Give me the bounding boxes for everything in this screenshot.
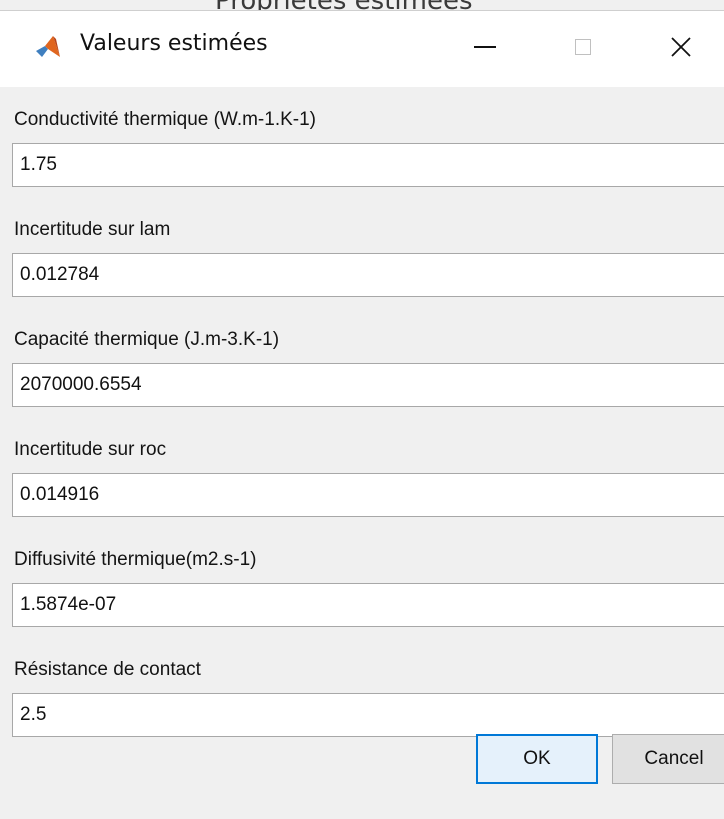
input-dialog-window: Propriétés estimées Valeurs estimées Con… xyxy=(0,0,724,819)
maximize-button[interactable] xyxy=(548,11,618,83)
matlab-logo-icon xyxy=(36,36,60,57)
heat-capacity-input[interactable] xyxy=(12,363,724,407)
thermal-diffusivity-input[interactable] xyxy=(12,583,724,627)
contact-resistance-input[interactable] xyxy=(12,693,724,737)
title-bar[interactable]: Valeurs estimées xyxy=(0,10,724,87)
lam-uncertainty-label: Incertitude sur lam xyxy=(14,219,171,240)
close-icon xyxy=(671,37,691,57)
contact-resistance-label: Résistance de contact xyxy=(14,659,201,680)
roc-uncertainty-label: Incertitude sur roc xyxy=(14,439,167,460)
thermal-conductivity-label: Conductivité thermique (W.m-1.K-1) xyxy=(14,109,316,130)
heat-capacity-label: Capacité thermique (J.m-3.K-1) xyxy=(14,329,280,350)
maximize-icon xyxy=(575,39,591,55)
roc-uncertainty-input[interactable] xyxy=(12,473,724,517)
close-button[interactable] xyxy=(646,11,716,83)
cancel-button[interactable]: Cancel xyxy=(612,734,724,784)
thermal-diffusivity-label: Diffusivité thermique(m2.s-1) xyxy=(14,549,257,570)
minimize-button[interactable] xyxy=(450,11,520,83)
background-window-title: Propriétés estimées xyxy=(215,0,595,10)
ok-button[interactable]: OK xyxy=(476,734,598,784)
window-title: Valeurs estimées xyxy=(80,31,268,56)
minimize-icon xyxy=(474,46,496,48)
lam-uncertainty-input[interactable] xyxy=(12,253,724,297)
thermal-conductivity-input[interactable] xyxy=(12,143,724,187)
